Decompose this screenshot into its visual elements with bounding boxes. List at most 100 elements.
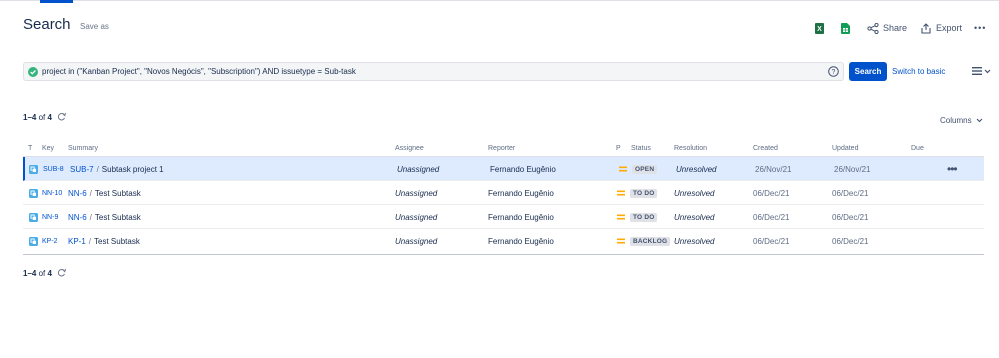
assignee-cell: Unassigned <box>395 236 438 246</box>
parent-issue-link[interactable]: KP-1 <box>68 237 86 246</box>
status-badge: BACKLOG <box>630 236 671 246</box>
priority-medium-icon <box>617 238 625 244</box>
export-excel-button[interactable]: X <box>815 20 824 36</box>
summary-separator: / <box>96 164 99 174</box>
table-row[interactable]: NN-9 NN-6/Test Subtask Unassigned Fernan… <box>23 205 984 229</box>
summary-cell: SUB-7/Subtask project 1 <box>70 157 164 181</box>
column-header-due[interactable]: Due <box>911 145 924 152</box>
parent-issue-link[interactable]: SUB-7 <box>70 165 94 174</box>
column-header-assignee[interactable]: Assignee <box>395 145 424 152</box>
column-header-type[interactable]: T <box>28 145 32 152</box>
export-button[interactable]: Export <box>921 20 962 36</box>
status-cell: BACKLOG <box>630 229 671 253</box>
reporter-cell: Fernando Eugênio <box>490 164 556 174</box>
result-count-bottom: 1–4 of 4 <box>23 268 67 278</box>
reporter-cell: Fernando Eugênio <box>488 212 554 222</box>
jql-search-input[interactable]: project in ("Kanban Project", "Novos Neg… <box>23 62 844 81</box>
refresh-icon[interactable] <box>57 268 67 277</box>
status-badge: TO DO <box>630 212 658 222</box>
assignee-cell: Unassigned <box>397 164 440 174</box>
jql-query-text: project in ("Kanban Project", "Novos Neg… <box>42 67 356 76</box>
priority-medium-icon <box>617 214 625 220</box>
summary-link[interactable]: Test Subtask <box>94 237 140 246</box>
status-badge: TO DO <box>630 188 658 198</box>
export-label: Export <box>936 23 963 33</box>
status-cell: TO DO <box>630 205 658 229</box>
export-icon <box>921 22 931 34</box>
summary-cell: NN-6/Test Subtask <box>68 181 141 205</box>
summary-link[interactable]: Test Subtask <box>95 213 141 222</box>
column-header-summary[interactable]: Summary <box>68 145 98 152</box>
subtask-icon <box>29 188 38 198</box>
created-cell: 06/Dec/21 <box>753 212 790 222</box>
issue-key-link[interactable]: KP-2 <box>42 229 58 253</box>
resolution-cell: Unresolved <box>676 164 717 174</box>
type-cell <box>29 229 38 253</box>
summary-link[interactable]: Subtask project 1 <box>102 165 164 174</box>
table-footer-divider <box>23 254 984 255</box>
column-header-priority[interactable]: P <box>616 145 621 152</box>
excel-icon: X <box>815 22 824 34</box>
more-actions-button[interactable]: ••• <box>974 20 986 36</box>
created-cell: 06/Dec/21 <box>753 236 790 246</box>
export-sheets-button[interactable] <box>841 20 850 36</box>
updated-cell: 06/Dec/21 <box>832 212 869 222</box>
resolution-cell: Unresolved <box>674 236 715 246</box>
column-header-reporter[interactable]: Reporter <box>488 145 515 152</box>
status-badge: OPEN <box>632 164 658 174</box>
share-button[interactable]: Share <box>867 20 907 36</box>
status-cell: TO DO <box>630 181 658 205</box>
result-of: of <box>38 113 46 122</box>
assignee-cell: Unassigned <box>395 188 438 198</box>
switch-to-basic-link[interactable]: Switch to basic <box>892 67 945 76</box>
issue-key-link[interactable]: NN-10 <box>42 181 62 205</box>
column-header-status[interactable]: Status <box>631 145 651 152</box>
parent-issue-link[interactable]: NN-6 <box>68 213 87 222</box>
columns-button[interactable]: Columns <box>940 116 983 125</box>
priority-medium-icon <box>619 166 627 172</box>
column-header-created[interactable]: Created <box>753 145 778 152</box>
result-total: 4 <box>47 269 52 278</box>
priority-cell <box>617 229 625 253</box>
updated-cell: 06/Dec/21 <box>832 236 869 246</box>
created-cell: 26/Nov/21 <box>755 164 792 174</box>
updated-cell: 26/Nov/21 <box>834 164 871 174</box>
share-icon <box>867 22 879 34</box>
parent-issue-link[interactable]: NN-6 <box>68 189 87 198</box>
svg-text:?: ? <box>832 69 836 76</box>
google-sheets-icon <box>841 22 850 34</box>
check-circle-icon <box>28 66 38 77</box>
issue-key-link[interactable]: SUB-8 <box>43 157 64 181</box>
summary-cell: NN-6/Test Subtask <box>68 205 141 229</box>
subtask-icon <box>29 236 38 246</box>
summary-separator: / <box>89 188 92 198</box>
search-button[interactable]: Search <box>849 62 887 81</box>
list-view-icon[interactable] <box>972 66 992 76</box>
subtask-icon <box>29 164 38 174</box>
column-header-key[interactable]: Key <box>42 145 54 152</box>
top-nav-border <box>0 0 999 3</box>
updated-cell: 06/Dec/21 <box>832 188 869 198</box>
summary-link[interactable]: Test Subtask <box>95 189 141 198</box>
result-range: 1–4 <box>23 113 37 122</box>
save-as-button[interactable]: Save as <box>80 22 109 31</box>
table-row[interactable]: SUB-8 SUB-7/Subtask project 1 Unassigned… <box>23 157 984 181</box>
type-cell <box>29 181 38 205</box>
reporter-cell: Fernando Eugênio <box>488 236 554 246</box>
type-cell <box>29 157 38 181</box>
help-icon[interactable]: ? <box>828 66 839 77</box>
refresh-icon[interactable] <box>57 112 67 121</box>
summary-separator: / <box>89 212 92 222</box>
summary-separator: / <box>88 236 92 246</box>
column-header-updated[interactable]: Updated <box>832 145 858 152</box>
table-row[interactable]: KP-2 KP-1/Test Subtask Unassigned Fernan… <box>23 229 984 253</box>
table-row[interactable]: NN-10 NN-6/Test Subtask Unassigned Ferna… <box>23 181 984 205</box>
priority-medium-icon <box>617 190 625 196</box>
active-nav-indicator <box>40 0 73 3</box>
issue-key-link[interactable]: NN-9 <box>42 205 58 229</box>
columns-label: Columns <box>940 116 972 125</box>
created-cell: 06/Dec/21 <box>753 188 790 198</box>
column-header-resolution[interactable]: Resolution <box>674 145 707 152</box>
row-actions-button[interactable]: ••• <box>947 157 958 181</box>
resolution-cell: Unresolved <box>674 188 715 198</box>
